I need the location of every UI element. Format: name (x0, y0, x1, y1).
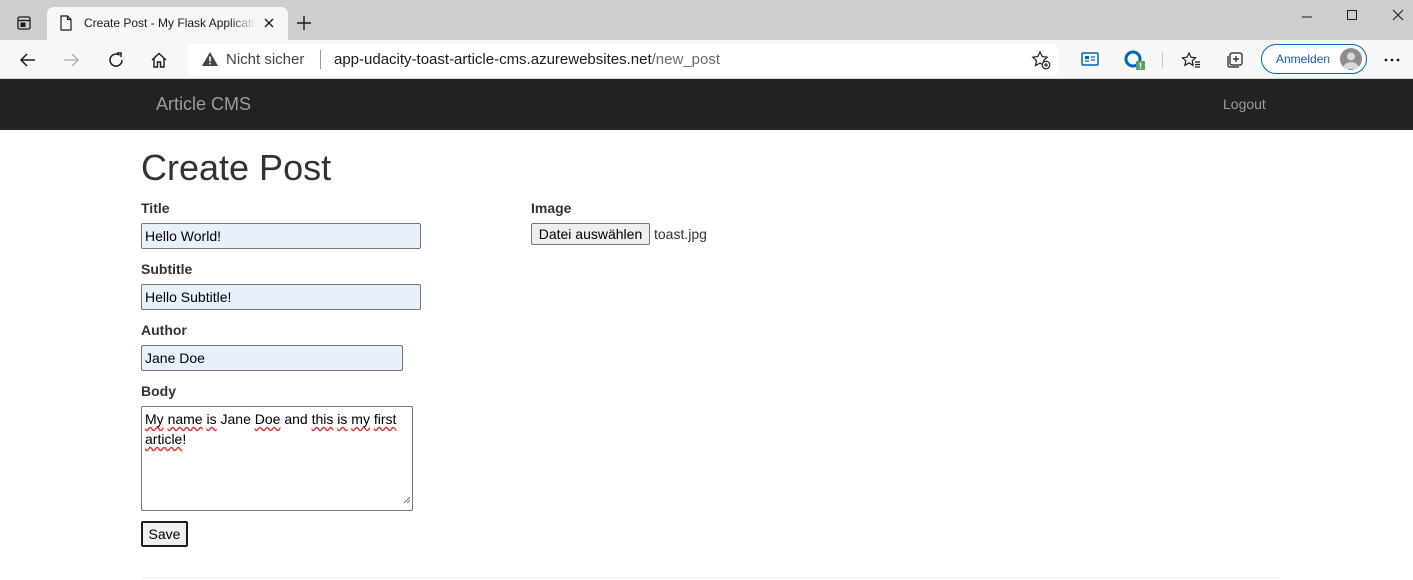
toolbar-divider (1162, 52, 1163, 68)
address-bar[interactable]: Nicht sicher app-udacity-toast-article-c… (188, 44, 1058, 75)
new-tab-icon[interactable] (293, 12, 315, 34)
close-window-icon[interactable] (1387, 6, 1409, 24)
save-button[interactable]: Save (141, 521, 188, 547)
refresh-icon[interactable] (103, 47, 129, 73)
maximize-icon[interactable] (1341, 6, 1363, 24)
signin-label: Anmelden (1276, 52, 1331, 66)
url-path: /new_post (651, 51, 721, 68)
back-arrow-icon[interactable] (15, 47, 41, 73)
resize-handle-icon[interactable] (402, 489, 411, 509)
subtitle-input[interactable]: Hello Subtitle! (141, 284, 421, 310)
address-separator (320, 50, 321, 69)
logout-link[interactable]: Logout (1223, 96, 1266, 112)
add-favorite-icon[interactable] (1031, 50, 1051, 75)
selected-file-name: toast.jpg (654, 226, 707, 242)
body-word: first (373, 411, 397, 427)
body-word: article (145, 431, 183, 447)
subtitle-label: Subtitle (141, 261, 193, 277)
security-status[interactable]: Nicht sicher (226, 51, 304, 68)
minimize-icon[interactable] (1296, 6, 1318, 24)
body-word: Doe (254, 411, 281, 427)
signin-button[interactable]: Anmelden (1261, 44, 1367, 74)
active-tab[interactable]: Create Post - My Flask Application (47, 7, 288, 40)
extension-icon[interactable] (1077, 47, 1103, 73)
brand-link[interactable]: Article CMS (156, 94, 251, 115)
body-word: this (311, 411, 334, 427)
image-label: Image (531, 200, 572, 216)
author-label: Author (141, 322, 187, 338)
title-input[interactable]: Hello World! (141, 223, 421, 249)
body-label: Body (141, 383, 176, 399)
body-textarea[interactable]: My name is Jane Doe and this is my first… (141, 406, 413, 511)
more-options-icon[interactable] (1379, 47, 1405, 73)
browser-tab-bar: Create Post - My Flask Application (0, 0, 1413, 40)
body-word: Jane (220, 411, 251, 427)
browser-toolbar: Nicht sicher app-udacity-toast-article-c… (0, 40, 1413, 79)
warning-icon[interactable] (201, 51, 219, 72)
body-word: is (206, 411, 217, 427)
page-title: Create Post (141, 147, 332, 188)
site-navbar: Article CMS Logout (0, 79, 1413, 130)
choose-file-button[interactable]: Datei auswählen (531, 223, 650, 245)
body-word: and (284, 411, 308, 427)
tab-title: Create Post - My Flask Application (84, 16, 256, 30)
body-word: My (145, 411, 164, 427)
author-input[interactable]: Jane Doe (141, 345, 403, 371)
close-tab-icon[interactable] (261, 15, 277, 31)
collections-icon[interactable] (1222, 47, 1248, 73)
url-host: app-udacity-toast-article-cms.azurewebsi… (334, 51, 652, 68)
body-word: ! (182, 431, 187, 447)
profile-avatar-icon (1340, 48, 1362, 70)
body-word: my (351, 411, 370, 427)
extension-badge-icon[interactable] (1122, 47, 1148, 73)
tab-actions-icon[interactable] (10, 11, 38, 35)
page-document-icon (59, 15, 73, 36)
home-icon[interactable] (146, 47, 172, 73)
footer-divider (141, 577, 1280, 578)
forward-arrow-icon[interactable] (58, 47, 84, 73)
body-word: is (337, 411, 348, 427)
body-word: name (167, 411, 203, 427)
title-label: Title (141, 200, 170, 216)
url-text[interactable]: app-udacity-toast-article-cms.azurewebsi… (334, 51, 720, 68)
favorites-icon[interactable] (1178, 47, 1204, 73)
